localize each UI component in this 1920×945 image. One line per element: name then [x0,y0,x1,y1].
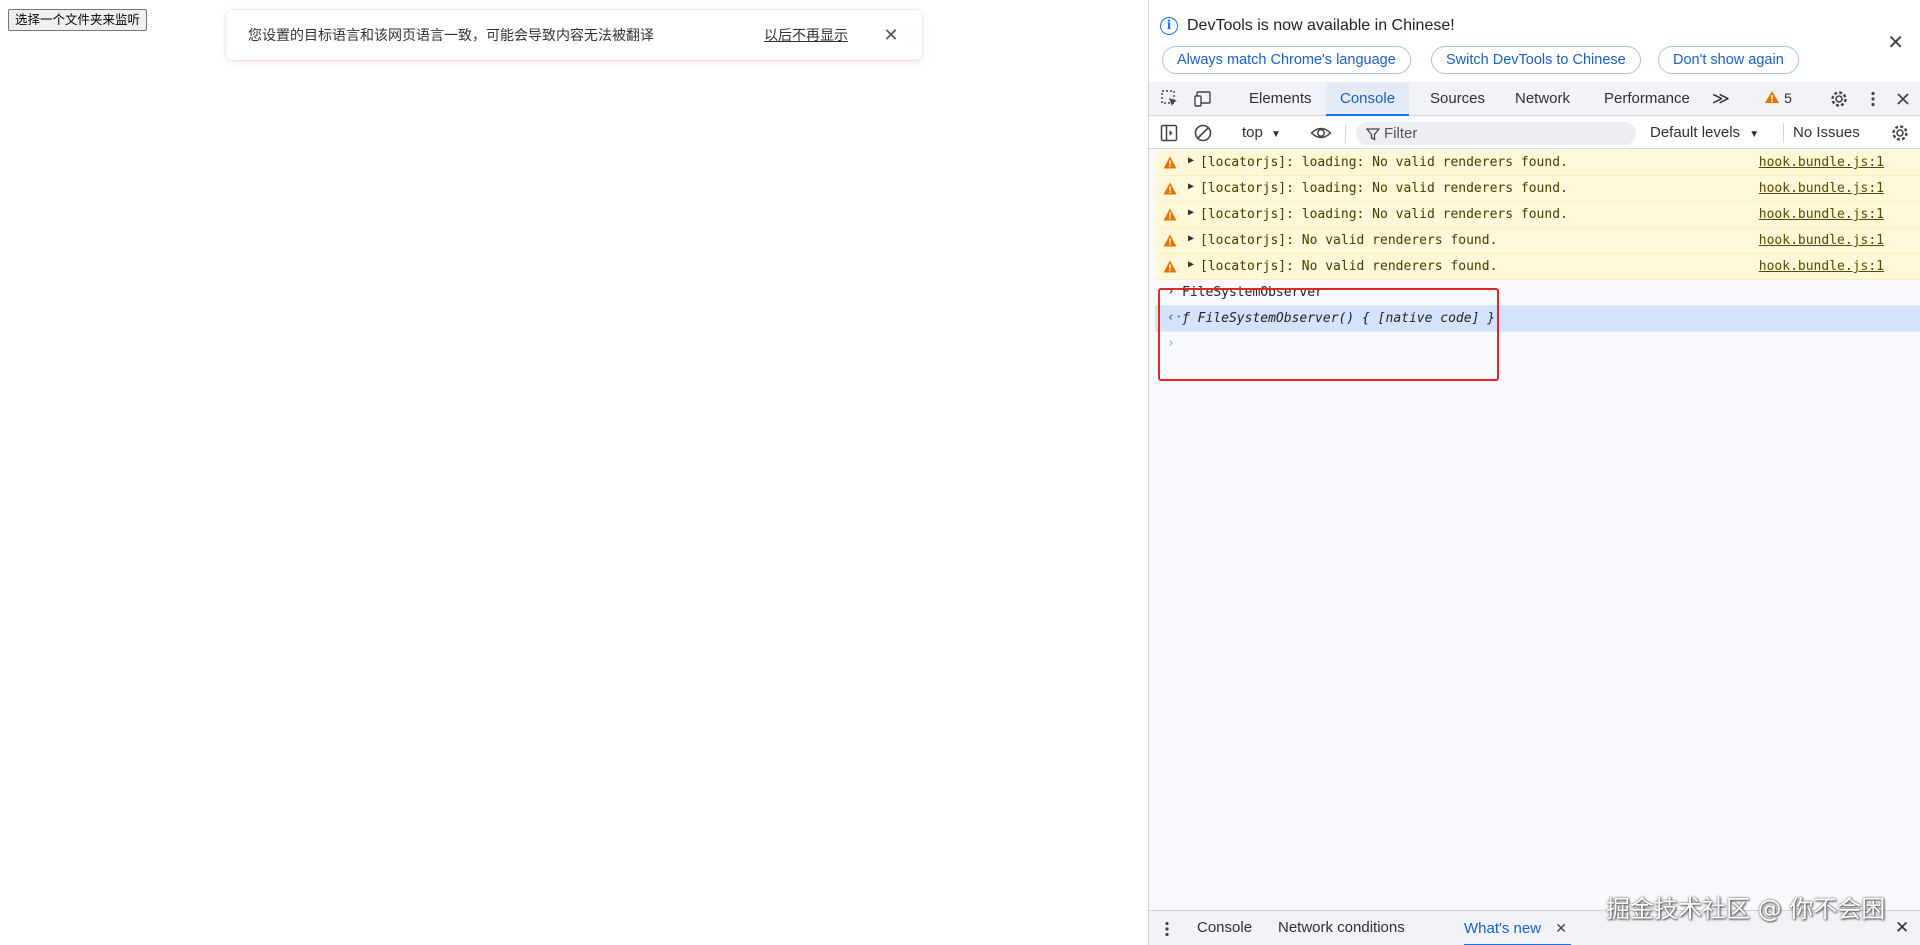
warning-icon [1163,234,1177,251]
sidebar-toggle-icon[interactable] [1159,123,1179,143]
infobar-title: DevTools is now available in Chinese! [1187,17,1455,34]
close-icon[interactable]: ✕ [882,25,900,46]
console-messages[interactable]: ▶ [locatorjs]: loading: No valid renderer… [1149,150,1920,910]
drawer-tab-network-conditions[interactable]: Network conditions [1278,911,1405,945]
source-link[interactable]: hook.bundle.js:1 [1759,233,1884,248]
live-expression-eye-icon[interactable] [1310,123,1332,143]
drawer-tab-label: What's new [1464,920,1542,937]
result-arrow-icon: ‹· [1167,310,1183,325]
devtools-tab-bar: Elements Console Sources Network Perform… [1149,82,1920,116]
log-levels-dropdown[interactable]: Default levels ▼ [1650,117,1759,149]
console-warning-row[interactable]: ▶ [locatorjs]: loading: No valid renderer… [1155,202,1920,228]
warning-message: [locatorjs]: No valid renderers found. [1200,233,1498,248]
warning-list: ▶ [locatorjs]: loading: No valid renderer… [1149,150,1920,280]
source-link[interactable]: hook.bundle.js:1 [1759,259,1884,274]
filter-icon [1366,128,1380,141]
warning-message: [locatorjs]: loading: No valid renderers… [1200,155,1568,170]
tab-network[interactable]: Network [1515,82,1570,116]
warning-message: [locatorjs]: No valid renderers found. [1200,259,1498,274]
tab-sources[interactable]: Sources [1430,82,1485,116]
devtools-panel: i DevTools is now available in Chinese! … [1148,0,1920,945]
always-match-language-button[interactable]: Always match Chrome's language [1162,46,1411,74]
warning-icon [1163,208,1177,225]
clear-console-icon[interactable] [1193,123,1213,143]
tab-console[interactable]: Console [1326,82,1410,116]
info-icon: i [1160,17,1178,35]
dont-show-again-link[interactable]: 以后不再显示 [764,25,848,45]
source-link[interactable]: hook.bundle.js:1 [1759,155,1884,170]
warning-count: 5 [1784,90,1792,106]
console-input-echo[interactable]: › FileSystemObserver [1155,280,1920,306]
expand-triangle-icon[interactable]: ▶ [1188,155,1194,166]
source-link[interactable]: hook.bundle.js:1 [1759,207,1884,222]
drawer-menu-icon[interactable] [1157,919,1177,939]
console-warning-row[interactable]: ▶ [locatorjs]: No valid renderers found. h… [1155,228,1920,254]
language-infobar: i DevTools is now available in Chinese! … [1149,0,1920,82]
warning-icon [1163,260,1177,277]
result-text: ƒ FileSystemObserver() { [native code] } [1182,311,1496,326]
filter-placeholder: Filter [1384,125,1418,142]
chevron-down-icon: ▼ [1749,129,1760,140]
console-prompt[interactable]: › [1155,332,1920,358]
console-warning-row[interactable]: ▶ [locatorjs]: loading: No valid renderer… [1155,176,1920,202]
context-selector[interactable]: top ▼ [1242,117,1281,149]
infobar-close-icon[interactable]: ✕ [1887,30,1904,55]
translate-message: 您设置的目标语言和该网页语言一致，可能会导致内容无法被翻译 [248,28,654,44]
log-levels-label: Default levels [1650,124,1741,141]
expand-triangle-icon[interactable]: ▶ [1188,233,1194,244]
close-drawer-icon[interactable]: ✕ [1895,911,1909,945]
page-viewport: 选择一个文件夹来监听 您设置的目标语言和该网页语言一致，可能会导致内容无法被翻译… [0,0,1148,945]
warning-icon [1765,91,1779,103]
drawer-tab-console[interactable]: Console [1197,911,1252,945]
devtools-drawer: Console Network conditions What's new ✕ … [1149,910,1920,945]
console-settings-gear-icon[interactable] [1890,123,1910,143]
warning-icon [1163,182,1177,199]
switch-to-chinese-button[interactable]: Switch DevTools to Chinese [1431,46,1641,74]
translate-notification: 您设置的目标语言和该网页语言一致，可能会导致内容无法被翻译 以后不再显示 ✕ [226,10,922,60]
tab-performance[interactable]: Performance [1604,82,1690,116]
tab-elements[interactable]: Elements [1249,82,1312,116]
warning-message: [locatorjs]: loading: No valid renderers… [1200,207,1568,222]
warnings-counter[interactable]: 5 [1764,82,1792,116]
input-chevron-icon: › [1167,284,1175,299]
prompt-chevron-icon: › [1167,336,1175,351]
toolbar-divider [1783,123,1784,143]
close-devtools-icon[interactable] [1893,89,1913,109]
more-tabs-icon[interactable]: ≫ [1712,82,1730,116]
close-tab-icon[interactable]: ✕ [1555,920,1567,936]
console-warning-row[interactable]: ▶ [locatorjs]: loading: No valid renderer… [1155,150,1920,176]
inspect-element-icon[interactable] [1160,89,1180,109]
issues-button[interactable]: No Issues [1793,117,1860,149]
select-folder-button[interactable]: 选择一个文件夹来监听 [8,9,148,31]
toolbar-divider [1345,123,1346,143]
console-toolbar: top ▼ Filter Default levels ▼ No Issues [1149,117,1920,149]
expand-triangle-icon[interactable]: ▶ [1188,181,1194,192]
settings-gear-icon[interactable] [1829,89,1849,109]
expand-triangle-icon[interactable]: ▶ [1188,207,1194,218]
console-result[interactable]: ‹· ƒ FileSystemObserver() { [native code… [1155,306,1920,332]
filter-input[interactable]: Filter [1356,122,1636,145]
drawer-tab-whats-new[interactable]: What's new ✕ [1464,911,1571,945]
warning-message: [locatorjs]: loading: No valid renderers… [1200,181,1568,196]
context-label: top [1242,124,1263,141]
dont-show-again-button[interactable]: Don't show again [1658,46,1799,74]
device-toolbar-icon[interactable] [1193,89,1213,109]
command-text: FileSystemObserver [1182,285,1323,300]
console-warning-row[interactable]: ▶ [locatorjs]: No valid renderers found. h… [1155,254,1920,280]
chevron-down-icon: ▼ [1271,129,1281,140]
warning-icon [1163,156,1177,173]
expand-triangle-icon[interactable]: ▶ [1188,259,1194,270]
customize-menu-icon[interactable] [1863,89,1883,109]
source-link[interactable]: hook.bundle.js:1 [1759,181,1884,196]
